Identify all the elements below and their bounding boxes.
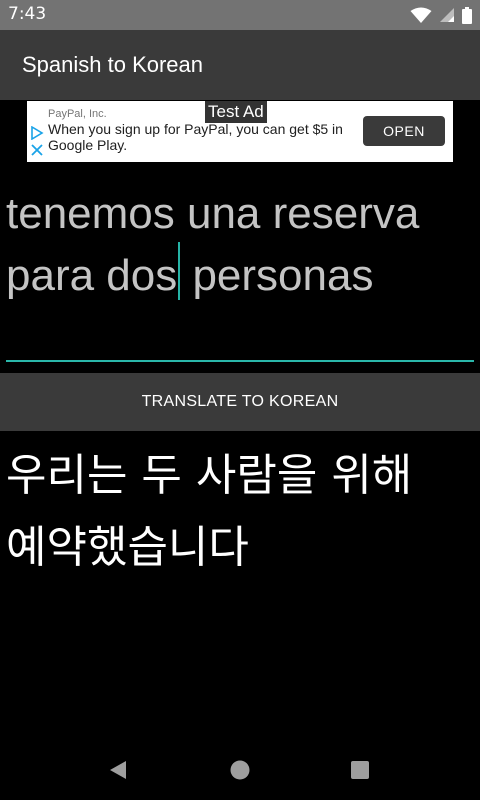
source-input-underline bbox=[6, 360, 474, 362]
ad-choices-icon[interactable] bbox=[30, 126, 44, 140]
ad-close-icon[interactable] bbox=[31, 144, 43, 156]
ad-text[interactable]: When you sign up for PayPal, you can get… bbox=[48, 121, 358, 153]
ad-advertiser: PayPal, Inc. bbox=[48, 108, 107, 120]
wifi-icon bbox=[410, 7, 432, 23]
back-icon bbox=[110, 761, 126, 779]
status-bar: 7:43 bbox=[0, 0, 480, 30]
app-title: Spanish to Korean bbox=[22, 52, 204, 77]
app-bar: Spanish to Korean bbox=[0, 30, 480, 100]
status-icons bbox=[410, 6, 472, 24]
nav-home-button[interactable] bbox=[228, 758, 252, 782]
home-icon bbox=[230, 760, 250, 780]
translate-button[interactable]: TRANSLATE TO KOREAN bbox=[0, 373, 480, 431]
cell-signal-icon bbox=[440, 8, 454, 22]
nav-recents-button[interactable] bbox=[348, 758, 372, 782]
ad-open-button[interactable]: OPEN bbox=[363, 116, 445, 146]
source-text-input[interactable]: tenemos una reserva para dos personas bbox=[6, 185, 474, 304]
source-text-after-cursor: personas bbox=[180, 251, 374, 300]
battery-icon bbox=[462, 6, 472, 24]
nav-back-button[interactable] bbox=[106, 758, 130, 782]
source-text-value[interactable]: tenemos una reserva para dos personas bbox=[6, 185, 474, 304]
status-time: 7:43 bbox=[8, 4, 47, 24]
recents-icon bbox=[351, 761, 369, 779]
ad-banner[interactable]: PayPal, Inc. When you sign up for PayPal… bbox=[27, 101, 453, 162]
navigation-bar bbox=[0, 740, 480, 800]
translation-output: 우리는 두 사람을 위해 예약했습니다 bbox=[6, 450, 413, 573]
test-ad-label: Test Ad bbox=[205, 101, 267, 123]
